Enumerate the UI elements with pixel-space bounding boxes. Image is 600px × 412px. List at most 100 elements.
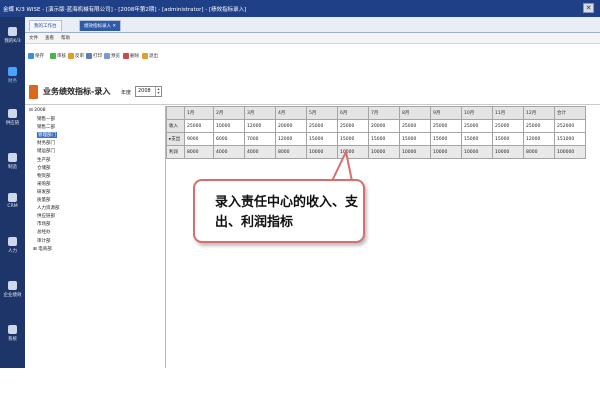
value-cell[interactable]: 10000 <box>368 145 400 159</box>
value-cell[interactable]: 12000 <box>244 119 276 133</box>
close-icon[interactable]: ✕ <box>583 3 594 13</box>
value-cell[interactable]: 9000 <box>184 132 214 146</box>
value-cell[interactable]: 12000 <box>523 132 555 146</box>
value-cell[interactable]: 8000 <box>523 145 555 159</box>
value-cell[interactable]: 10000 <box>430 145 462 159</box>
value-cell[interactable]: 25000 <box>523 119 555 133</box>
nav-item-supply-chain[interactable]: 供应链 <box>0 109 25 126</box>
nav-item-my-k3[interactable]: 我的K/3 <box>0 27 25 44</box>
tree-item[interactable]: 供应链部 <box>37 213 55 219</box>
tree-root-node[interactable]: ⊟ 2008 <box>29 108 46 113</box>
nav-item-hr[interactable]: 人力 <box>0 237 25 254</box>
value-cell[interactable]: 25000 <box>184 119 214 133</box>
value-cell[interactable]: 25000 <box>492 119 524 133</box>
tree-item[interactable]: 研发部 <box>37 189 51 195</box>
table-row: 利润 8000 4000 4000 8000 10000 10000 10000 10000 10… <box>166 145 586 159</box>
exit-button[interactable]: 退出 <box>142 51 158 61</box>
title-bar: 金蝶 K/3 WISE - [演示版-蓝海机械有限公司] - [2008年第2期… <box>0 0 600 17</box>
tree-item-label: 储运部门 <box>37 149 55 155</box>
value-cell[interactable]: 7000 <box>244 132 276 146</box>
value-cell[interactable]: 15000 <box>492 132 524 146</box>
value-cell[interactable]: 8000 <box>184 145 214 159</box>
nav-item-finance[interactable]: 财务 <box>0 67 25 84</box>
preview-button[interactable]: 预览 <box>104 51 120 61</box>
menu-view[interactable]: 查看 <box>45 35 54 41</box>
nav-item-performance[interactable]: 企业绩效 <box>0 281 25 298</box>
value-cell[interactable]: 25000 <box>399 119 431 133</box>
print-button[interactable]: 打印 <box>86 51 102 61</box>
value-cell[interactable]: 25000 <box>430 119 462 133</box>
value-cell[interactable]: 15000 <box>430 132 462 146</box>
column-header: 11月 <box>492 106 524 120</box>
tree-item[interactable]: 销售二部 <box>37 124 55 130</box>
tree-item[interactable]: 人力资源部 <box>37 205 60 211</box>
tree-item[interactable]: 销售一部 <box>37 116 55 122</box>
value-cell[interactable]: 20000 <box>275 119 307 133</box>
tree-item[interactable]: 质量部 <box>37 197 51 203</box>
callout-text: 录入责任中心的收入、支出、利润指标 <box>215 195 359 230</box>
tab-performance-entry[interactable]: 绩效指标录入 ✕ <box>79 20 122 31</box>
tree-item[interactable]: 财务部门 <box>37 140 55 146</box>
tree-item[interactable]: ⊞ 电商部 <box>33 246 52 252</box>
row-header[interactable]: ▸支出 <box>166 132 185 146</box>
value-cell[interactable]: 15000 <box>337 132 369 146</box>
year-spinner-icon[interactable]: ▴ ▾ <box>155 87 161 96</box>
column-header: 4月 <box>275 106 307 120</box>
menu-bar: 文件 查看 帮助 <box>25 33 600 44</box>
value-cell[interactable]: 15000 <box>368 132 400 146</box>
tree-item[interactable]: 审计部 <box>37 238 51 244</box>
nav-item-manufacturing[interactable]: 制造 <box>0 153 25 170</box>
row-header[interactable]: 收入 <box>166 119 185 133</box>
save-button[interactable]: 保存 <box>28 51 44 61</box>
value-cell[interactable]: 20000 <box>368 119 400 133</box>
row-name: 支出 <box>171 137 181 142</box>
unaudit-button[interactable]: 反审 <box>68 51 84 61</box>
tree-item[interactable]: 储运部门 <box>37 148 55 154</box>
tree-item[interactable]: 采购部 <box>37 181 51 187</box>
value-cell[interactable]: 12000 <box>275 132 307 146</box>
value-cell[interactable]: 15000 <box>399 132 431 146</box>
nav-item-crm[interactable]: CRM <box>0 193 25 209</box>
value-cell[interactable]: 10000 <box>461 145 493 159</box>
tree-item-label: 审计部 <box>37 238 51 244</box>
value-cell[interactable]: 15000 <box>461 132 493 146</box>
menu-file[interactable]: 文件 <box>29 35 38 41</box>
supply-chain-icon <box>8 109 17 118</box>
column-header: 6月 <box>337 106 369 120</box>
value-cell[interactable]: 10000 <box>306 145 338 159</box>
page-badge-icon <box>29 85 38 99</box>
value-cell[interactable]: 4000 <box>213 145 245 159</box>
value-cell[interactable]: 10000 <box>337 145 369 159</box>
value-cell[interactable]: 10000 <box>213 119 245 133</box>
tree-item-label: 财务部门 <box>37 141 55 147</box>
row-header[interactable]: 利润 <box>166 145 185 159</box>
tree-item[interactable]: 仓储部 <box>37 165 51 171</box>
value-cell[interactable]: 10000 <box>492 145 524 159</box>
tab-workbench[interactable]: 我的工作台 <box>29 20 62 31</box>
tree-item[interactable]: 物资部 <box>37 173 51 179</box>
delete-button[interactable]: 删除 <box>123 51 139 61</box>
value-cell[interactable]: 15000 <box>306 132 338 146</box>
value-cell[interactable]: 8000 <box>275 145 307 159</box>
value-cell[interactable]: 151000 <box>554 132 586 146</box>
nav-item-system[interactable]: 系统 <box>0 325 25 342</box>
row-name: 利润 <box>169 150 178 155</box>
tree-item-label: 研发部 <box>37 189 51 195</box>
value-cell[interactable]: 4000 <box>244 145 276 159</box>
tree-item[interactable]: 管理部门 <box>37 132 57 139</box>
value-cell[interactable]: 25000 <box>337 119 369 133</box>
toolbar-button-label: 打印 <box>93 54 102 59</box>
value-cell[interactable]: 252000 <box>554 119 586 133</box>
value-cell[interactable]: 6000 <box>213 132 245 146</box>
value-cell[interactable]: 100000 <box>554 145 586 159</box>
value-cell[interactable]: 25000 <box>461 119 493 133</box>
value-cell[interactable]: 25000 <box>306 119 338 133</box>
tree-item[interactable]: 总经办 <box>37 229 51 235</box>
audit-button[interactable]: 审核 <box>50 51 66 61</box>
menu-help[interactable]: 帮助 <box>61 35 70 41</box>
tree-item[interactable]: 市场部 <box>37 221 51 227</box>
year-field[interactable]: 2008 ▴ ▾ <box>135 86 162 97</box>
nav-item-label: 供应链 <box>5 121 20 126</box>
tree-item[interactable]: 生产部 <box>37 157 51 163</box>
value-cell[interactable]: 10000 <box>399 145 431 159</box>
